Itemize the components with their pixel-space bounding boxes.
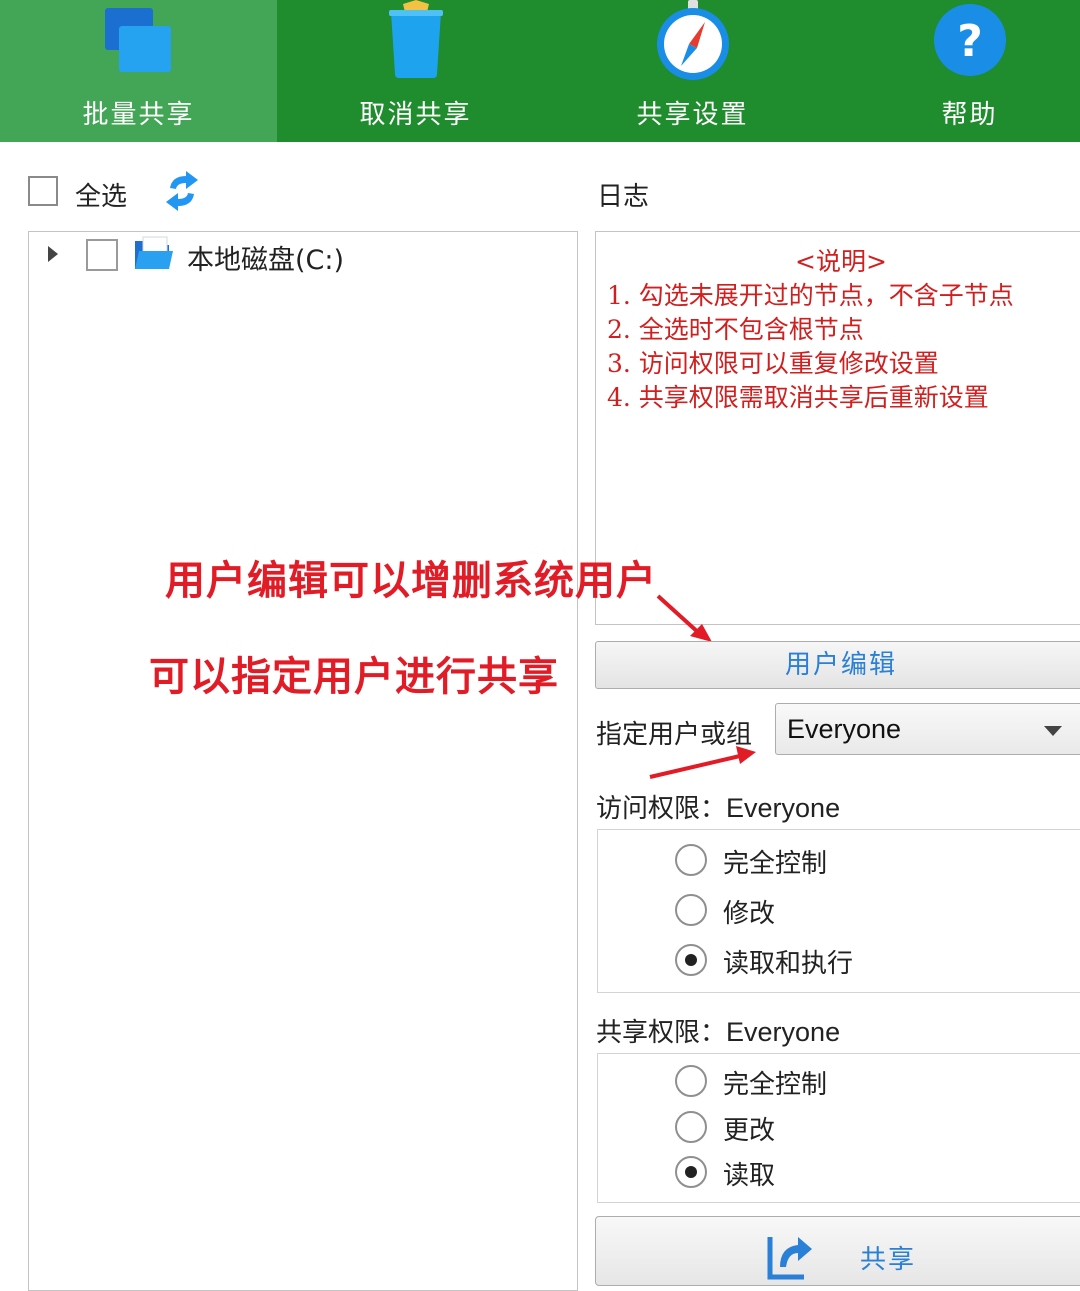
annotation-specify-user: 可以指定用户进行共享	[149, 654, 559, 700]
radio-button[interactable]	[675, 894, 707, 926]
annotation-user-edit: 用户编辑可以增删系统用户	[165, 558, 657, 604]
help-label: 帮助	[941, 100, 998, 130]
svg-text:?: ?	[957, 16, 983, 67]
log-heading: <说明>	[795, 247, 887, 276]
radio-button[interactable]	[675, 844, 707, 876]
open-folder-icon	[135, 236, 173, 269]
log-line: 3. 访问权限可以重复修改设置	[607, 349, 939, 378]
batch-share-button[interactable]: 批量共享	[0, 0, 277, 142]
radio-button[interactable]	[675, 1065, 707, 1097]
access-permissions-group: 完全控制 修改 读取和执行	[597, 829, 1080, 993]
log-line: 1. 勾选未展开过的节点，不含子节点	[607, 281, 1014, 310]
log-line: 4. 共享权限需取消共享后重新设置	[607, 383, 989, 412]
access-permissions-title: 访问权限：Everyone	[596, 788, 840, 825]
compass-icon	[656, 0, 729, 80]
cancel-share-button[interactable]: 取消共享	[277, 0, 554, 142]
radio-label: 更改	[723, 1116, 776, 1146]
chevron-down-icon	[1044, 726, 1062, 736]
log-title: 日志	[597, 182, 650, 212]
share-settings-button[interactable]: 共享设置	[554, 0, 831, 142]
share-permissions-user: Everyone	[726, 1017, 841, 1047]
radio-label: 完全控制	[723, 849, 828, 879]
log-panel: <说明> 1. 勾选未展开过的节点，不含子节点 2. 全选时不包含根节点 3. …	[595, 231, 1080, 625]
help-icon: ?	[933, 4, 1006, 76]
stacked-windows-icon	[104, 8, 171, 72]
user-edit-button[interactable]: 用户编辑	[595, 641, 1080, 689]
radio-label: 完全控制	[723, 1070, 828, 1100]
share-permissions-title: 共享权限：Everyone	[596, 1012, 840, 1049]
radio-label: 修改	[723, 899, 776, 929]
radio-button[interactable]	[675, 1111, 707, 1143]
trash-bin-icon	[388, 0, 443, 78]
radio-button[interactable]	[675, 1156, 707, 1188]
share-button[interactable]: 共享	[595, 1216, 1080, 1286]
log-line: 2. 全选时不包含根节点	[607, 315, 864, 344]
tree-node-checkbox[interactable]	[86, 239, 118, 271]
user-group-label: 指定用户或组	[596, 720, 753, 750]
share-arrow-icon	[767, 1237, 812, 1280]
access-permissions-user: Everyone	[726, 793, 841, 823]
radio-label: 读取	[723, 1161, 776, 1191]
expand-arrow-icon[interactable]	[48, 246, 58, 262]
share-permissions-label: 共享权限：	[596, 1018, 727, 1048]
share-permissions-group: 完全控制 更改 读取	[597, 1053, 1080, 1203]
cancel-share-label: 取消共享	[359, 100, 472, 130]
share-button-label: 共享	[860, 1245, 917, 1275]
batch-share-label: 批量共享	[82, 100, 195, 130]
user-group-select[interactable]: Everyone	[775, 703, 1080, 755]
refresh-icon[interactable]	[162, 170, 202, 212]
select-all-checkbox[interactable]	[28, 176, 58, 206]
access-permissions-label: 访问权限：	[596, 794, 727, 824]
radio-label: 读取和执行	[723, 949, 854, 979]
radio-button[interactable]	[675, 944, 707, 976]
share-settings-label: 共享设置	[636, 100, 749, 130]
select-all-label: 全选	[75, 182, 128, 212]
main-toolbar: 批量共享 取消共享 共享设置 ? 帮助	[0, 0, 1080, 142]
user-group-value: Everyone	[787, 714, 902, 744]
help-button[interactable]: ? 帮助	[831, 0, 1080, 142]
tree-node-label: 本地磁盘(C:)	[187, 245, 345, 276]
folder-tree[interactable]: 本地磁盘(C:)	[28, 231, 578, 1291]
